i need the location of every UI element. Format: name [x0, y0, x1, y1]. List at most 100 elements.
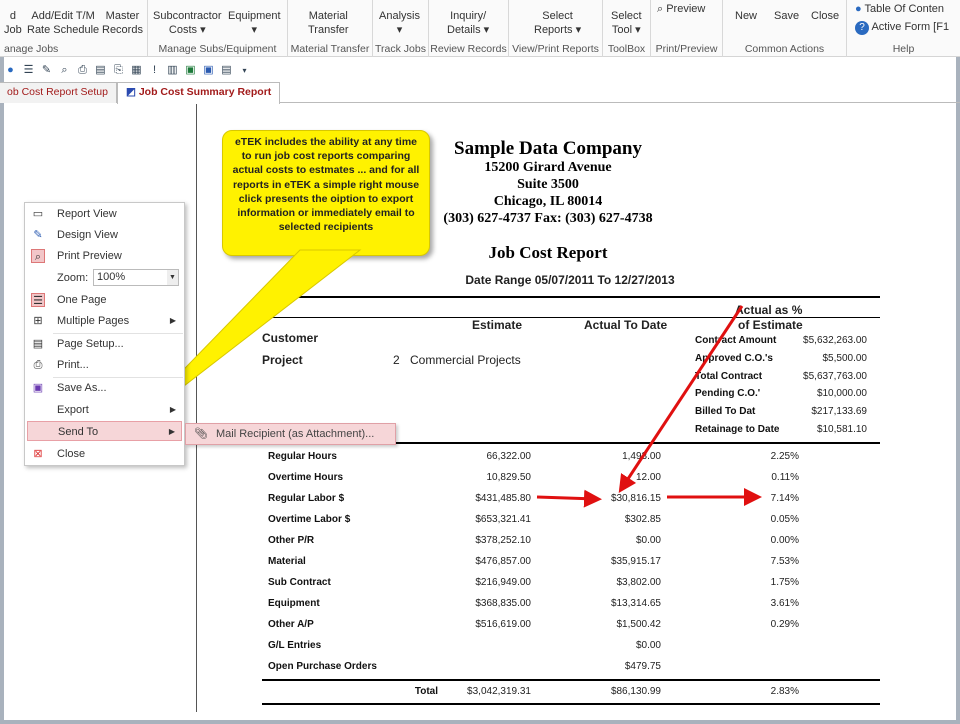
divider [262, 679, 880, 681]
menu-item-send-to[interactable]: Send To▶ [27, 421, 182, 441]
word-icon[interactable]: ▣ [202, 64, 215, 77]
customer-label: Customer [262, 331, 318, 345]
tab-label: Job Cost Summary Report [139, 86, 271, 98]
summary-label: Contract Amount [695, 335, 776, 346]
row-label: Regular Labor $ [268, 493, 344, 504]
menu-item-report-view[interactable]: ▭Report View [27, 204, 182, 224]
material-transfer-button[interactable]: Material Transfer [308, 9, 349, 37]
tab-job-cost-report-setup[interactable]: ob Cost Report Setup [0, 82, 117, 103]
menu-item-zoom: Zoom: 100%▼ [27, 268, 182, 288]
row-label: Other A/P [268, 619, 314, 630]
row-actual: $13,314.65 [561, 598, 661, 609]
row-pct: 7.53% [719, 556, 799, 567]
row-actual: $30,816.15 [561, 493, 661, 504]
table-of-contents-button[interactable]: ● Table Of Conten [855, 2, 944, 16]
select-tool-button[interactable]: Select Tool ▾ [611, 9, 642, 37]
row-label: Regular Hours [268, 451, 337, 462]
select-reports-button[interactable]: Select Reports ▾ [534, 9, 581, 37]
search-icon[interactable]: ⌕ [58, 64, 71, 77]
menu-item-one-page[interactable]: ☰One Page [27, 290, 182, 310]
master-records-button[interactable]: Master Records [102, 9, 143, 37]
zoom-select[interactable]: 100%▼ [93, 269, 179, 286]
row-pct: 7.14% [719, 493, 799, 504]
add-edit-tm-rate-button[interactable]: Add/Edit T/M Rate Schedule [27, 9, 99, 37]
context-menu: ▭Report View ✎Design View ⌕Print Preview… [24, 202, 185, 466]
ribbon-group-common: New Save Close Common Actions [723, 0, 847, 57]
tab-job-cost-summary-report[interactable]: ◩ Job Cost Summary Report [117, 82, 280, 104]
inquiry-details-button[interactable]: Inquiry/ Details ▾ [447, 9, 489, 37]
print-icon[interactable]: ⎙ [76, 64, 89, 77]
row-actual: $1,500.42 [561, 619, 661, 630]
new-button[interactable]: New [735, 9, 757, 23]
row-actual: $3,802.00 [561, 577, 661, 588]
group-label: Manage Subs/Equipment [148, 43, 287, 55]
group-label: View/Print Reports [509, 43, 602, 55]
menu-label: Save As... [57, 382, 107, 394]
menu-item-page-setup[interactable]: ▤Page Setup... [27, 334, 182, 354]
summary-value: $10,581.10 [767, 424, 867, 435]
button-label: Table Of Conten [865, 3, 945, 15]
divider [262, 296, 880, 298]
phone-line: (303) 627-4737 Fax: (303) 627-4738 [398, 211, 698, 227]
row-pct: 0.29% [719, 619, 799, 630]
company-name: Sample Data Company [398, 138, 698, 160]
ribbon-group-toolbox: Select Tool ▾ ToolBox [603, 0, 651, 57]
row-estimate: $653,321.41 [431, 514, 531, 525]
export-pdf-icon[interactable]: ▥ [166, 64, 179, 77]
save-button[interactable]: Save [774, 9, 799, 23]
list-icon[interactable]: ☰ [22, 64, 35, 77]
group-label: Review Records [429, 43, 508, 55]
menu-label: Multiple Pages [57, 315, 129, 327]
total-pct: 2.83% [719, 686, 799, 697]
customize-icon[interactable]: ▾ [238, 64, 251, 77]
help-icon: ? [855, 21, 869, 35]
summary-value: $217,133.69 [767, 406, 867, 417]
submenu-arrow-icon: ▶ [170, 400, 176, 420]
report-icon[interactable]: ▤ [94, 64, 107, 77]
menu-item-print-preview[interactable]: ⌕Print Preview [27, 246, 182, 266]
copy-icon[interactable]: ▤ [220, 64, 233, 77]
preview-button[interactable]: ⌕ Preview [657, 2, 705, 16]
equipment-button[interactable]: Equipment ▾ [228, 9, 281, 37]
menu-item-design-view[interactable]: ✎Design View [27, 225, 182, 245]
subcontractor-costs-button[interactable]: Subcontractor Costs ▾ [153, 9, 221, 37]
ribbon-group-review: Inquiry/ Details ▾ Review Records [429, 0, 509, 57]
menu-item-export[interactable]: Export ▶ [27, 400, 182, 420]
attach-icon[interactable]: ⎘ [112, 64, 125, 77]
group-label: Common Actions [723, 43, 846, 55]
submenu-mail-recipient[interactable]: 📎︎Mail Recipient (as Attachment)... [185, 423, 396, 445]
project-value: Commercial Projects [410, 353, 521, 367]
row-pct: 0.05% [719, 514, 799, 525]
excel-icon[interactable]: ▣ [184, 64, 197, 77]
ribbon-group-material: Material Transfer Material Transfer [288, 0, 373, 57]
address-line: 15200 Girard Avenue [398, 160, 698, 176]
menu-label: Export [57, 404, 89, 416]
summary-label: Total Contract [695, 371, 762, 382]
row-actual: 12.00 [561, 472, 661, 483]
menu-label: One Page [57, 294, 107, 306]
row-estimate: 66,322.00 [431, 451, 531, 462]
summary-label: Pending C.O.' [695, 388, 760, 399]
button-label: Inquiry/ Details ▾ [447, 10, 489, 36]
active-form-help-button[interactable]: ? Active Form [F1 [855, 20, 949, 35]
analysis-button[interactable]: Analysis ▾ [379, 9, 420, 37]
estimate-header: Estimate [472, 318, 522, 332]
address-line: Chicago, IL 80014 [398, 194, 698, 210]
total-actual: $86,130.99 [561, 686, 661, 697]
menu-item-multiple-pages[interactable]: ⊞Multiple Pages▶ [27, 311, 182, 331]
filter-icon[interactable]: ▦ [130, 64, 143, 77]
menu-item-close[interactable]: ⊠Close [27, 444, 182, 464]
job-button[interactable]: d Job [4, 9, 22, 37]
row-pct: 0.00% [719, 535, 799, 546]
alert-icon[interactable]: ! [148, 64, 161, 77]
row-actual: $0.00 [561, 535, 661, 546]
report-icon: ◩ [126, 86, 136, 98]
menu-item-save-as[interactable]: ▣Save As... [27, 378, 182, 398]
edit-icon[interactable]: ✎ [40, 64, 53, 77]
row-estimate: $368,835.00 [431, 598, 531, 609]
menu-item-print[interactable]: ⎙Print... [27, 355, 182, 375]
chevron-down-icon[interactable]: ▼ [167, 270, 178, 285]
info-icon[interactable]: ● [4, 64, 17, 77]
close-button[interactable]: Close [811, 9, 839, 23]
button-label: Material Transfer [308, 10, 349, 36]
